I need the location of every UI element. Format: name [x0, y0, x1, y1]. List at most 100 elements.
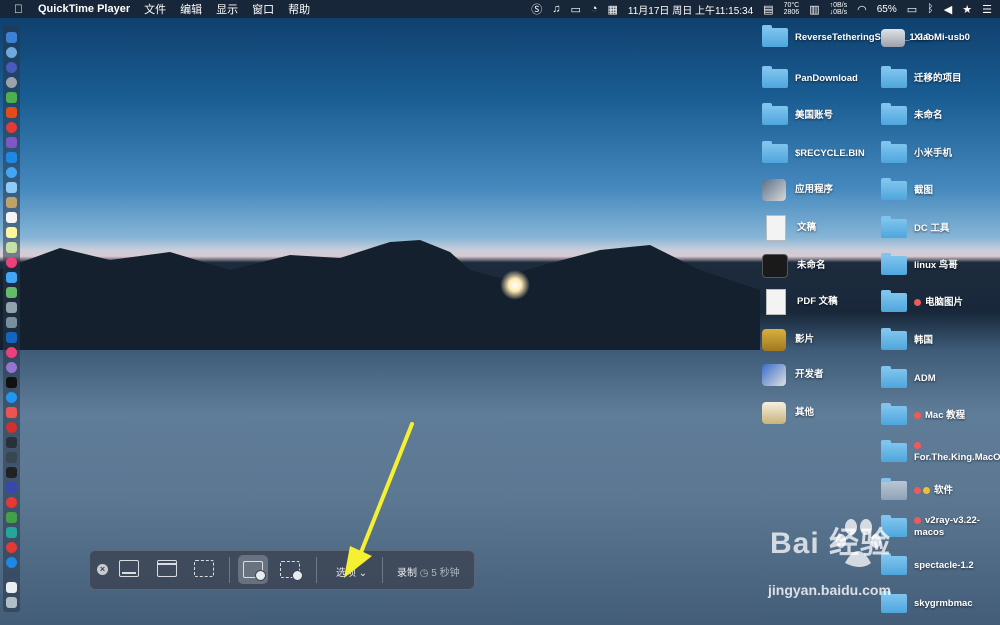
chrome-icon[interactable]	[6, 122, 17, 133]
trash-icon[interactable]	[6, 597, 17, 608]
numbers-icon[interactable]	[6, 332, 17, 343]
temperature-readout[interactable]: 70°C 2806	[784, 2, 800, 16]
battery-percent[interactable]: 65%	[877, 4, 897, 15]
vpn-icon[interactable]	[6, 482, 17, 493]
folder-icon	[881, 141, 907, 163]
calendar-icon[interactable]: ▦	[608, 3, 618, 16]
desktop-item[interactable]: 韩国	[881, 328, 933, 350]
datetime[interactable]: 11月17日 周日 上午11:15:34	[628, 2, 753, 17]
desktop-item[interactable]: 迁移的项目	[881, 66, 962, 88]
desktop-item[interactable]: 文稿	[762, 215, 816, 241]
android-icon[interactable]	[6, 92, 17, 103]
desktop-item[interactable]: 截图	[881, 178, 933, 200]
wechat-icon[interactable]	[6, 527, 17, 538]
notes-icon[interactable]	[6, 227, 17, 238]
desktop-item[interactable]: XiaoMi-usb0	[881, 29, 970, 47]
photo-booth-icon[interactable]	[6, 302, 17, 313]
bluetooth-icon[interactable]: ᛒ	[927, 3, 934, 15]
vivaldi-icon[interactable]	[6, 422, 17, 433]
desktop-item[interactable]: 其他	[762, 402, 814, 424]
capture-selection-button[interactable]	[194, 560, 214, 577]
desktop-item[interactable]: For.The.King.MacOS...iVATED	[881, 439, 1000, 464]
capture-window-button[interactable]	[157, 560, 177, 577]
app-store-a-icon[interactable]	[6, 392, 17, 403]
menu-view[interactable]: 显示	[216, 1, 238, 17]
menu-help[interactable]: 帮助	[288, 1, 310, 17]
preview-icon[interactable]	[6, 182, 17, 193]
music-icon[interactable]: ♫	[552, 3, 560, 15]
record-entire-screen-button[interactable]	[238, 555, 268, 584]
menu-file[interactable]: 文件	[144, 1, 166, 17]
rocket-icon[interactable]	[6, 77, 17, 88]
podcasts-icon[interactable]	[6, 362, 17, 373]
keynote-icon[interactable]	[6, 317, 17, 328]
desktop-item[interactable]: 美国账号	[762, 103, 833, 125]
capture-entire-screen-button[interactable]	[119, 560, 139, 577]
desktop-item[interactable]: 开发者	[762, 364, 824, 386]
desktop-item[interactable]: 未命名	[762, 254, 826, 278]
notification-center-icon[interactable]: ☰	[982, 3, 992, 16]
downloads-stack-icon[interactable]	[6, 582, 17, 593]
apple-menu-icon[interactable]: 	[14, 2, 28, 16]
apple-tv-icon[interactable]	[6, 377, 17, 388]
desktop-item[interactable]: DC 工具	[881, 216, 949, 238]
messages-icon[interactable]	[6, 272, 17, 283]
app-icon-red[interactable]	[6, 107, 17, 118]
yandex-icon[interactable]	[6, 497, 17, 508]
desktop-item[interactable]: 电脑图片	[881, 290, 963, 312]
contacts-icon[interactable]	[6, 197, 17, 208]
desktop-item[interactable]: $RECYCLE.BIN	[762, 141, 865, 163]
safari-icon[interactable]	[6, 167, 17, 178]
siri-icon[interactable]	[6, 47, 17, 58]
desktop-item[interactable]: PanDownload	[762, 66, 858, 88]
gauge-icon[interactable]: ◔	[591, 3, 598, 15]
app-icon-purple[interactable]	[6, 137, 17, 148]
favorites-star-icon[interactable]: ★	[962, 3, 972, 16]
desktop-item[interactable]: 未命名	[881, 103, 943, 125]
record-selection-button[interactable]	[277, 555, 307, 584]
display-icon[interactable]: ▭	[570, 3, 580, 16]
facetime-icon[interactable]	[6, 287, 17, 298]
desktop-item[interactable]: 应用程序	[762, 179, 833, 201]
maps-icon[interactable]	[6, 242, 17, 253]
document-icon	[766, 215, 786, 241]
activity-monitor-icon[interactable]	[6, 452, 17, 463]
red-tag-icon	[914, 411, 921, 419]
desktop-item[interactable]: ADM	[881, 366, 936, 388]
volume-icon[interactable]: ◀	[944, 3, 952, 16]
finder-icon[interactable]	[6, 32, 17, 43]
wifi-icon[interactable]: ◠	[857, 3, 867, 16]
calendar-app-icon[interactable]	[6, 212, 17, 223]
desktop-item[interactable]: PDF 文稿	[762, 289, 838, 315]
launchpad-icon[interactable]	[6, 62, 17, 73]
toolbar-divider	[316, 557, 317, 583]
itunes-icon[interactable]	[6, 347, 17, 358]
screen-share-icon[interactable]: ▤	[763, 3, 773, 16]
desktop-item[interactable]: 软件	[881, 478, 953, 500]
app-store-icon[interactable]	[6, 152, 17, 163]
scroll-app-icon[interactable]: Ⓢ	[531, 1, 542, 17]
folder-icon	[881, 478, 907, 500]
netease-music-icon[interactable]	[6, 542, 17, 553]
desktop-item[interactable]: 小米手机	[881, 141, 952, 163]
app-menu[interactable]: QuickTime Player	[38, 3, 130, 15]
menu-edit[interactable]: 编辑	[180, 1, 202, 17]
desktop-item[interactable]: linux 鸟哥	[881, 253, 958, 275]
battery-icon[interactable]: ▭	[907, 3, 917, 16]
app-icon-blue[interactable]	[6, 557, 17, 568]
menu-window[interactable]: 窗口	[252, 1, 274, 17]
movie-icon	[762, 329, 786, 351]
window-bar-icon	[158, 563, 176, 565]
console-icon[interactable]	[6, 467, 17, 478]
terminal-icon[interactable]	[6, 437, 17, 448]
network-speed[interactable]: ↑0B/s ↓0B/s	[830, 2, 848, 16]
books-icon[interactable]	[6, 407, 17, 418]
photos-icon[interactable]	[6, 257, 17, 268]
app-icon-green[interactable]	[6, 512, 17, 523]
desktop-item[interactable]: Mac 教程	[881, 403, 965, 425]
close-icon[interactable]: ×	[97, 564, 108, 575]
desktop-item[interactable]: ReverseTetheringServer_1.2.0	[762, 25, 931, 47]
desktop-item-label: XiaoMi-usb0	[914, 32, 970, 43]
stats-icon[interactable]: ▥	[809, 3, 819, 16]
desktop-item[interactable]: 影片	[762, 329, 814, 351]
